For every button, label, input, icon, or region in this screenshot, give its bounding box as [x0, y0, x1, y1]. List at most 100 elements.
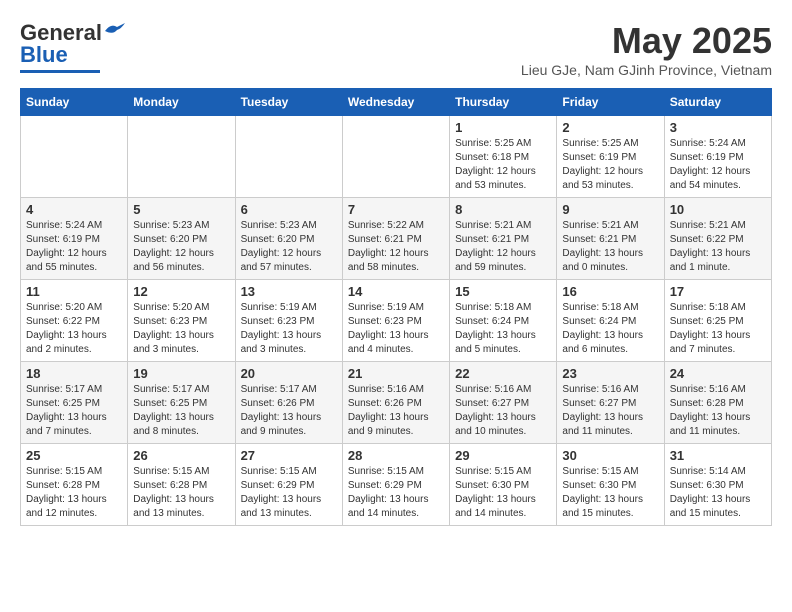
- table-row: 15 Sunrise: 5:18 AM Sunset: 6:24 PM Dayli…: [450, 280, 557, 362]
- table-row: 27 Sunrise: 5:15 AM Sunset: 6:29 PM Dayli…: [235, 444, 342, 526]
- table-row: 11Sunrise: 5:20 AM Sunset: 6:22 PM Dayli…: [21, 280, 128, 362]
- day-info: Sunrise: 5:15 AM Sunset: 6:29 PM Dayligh…: [241, 465, 337, 521]
- col-sunday: Sunday: [21, 89, 128, 116]
- location-subtitle: Lieu GJe, Nam GJinh Province, Vietnam: [521, 62, 772, 78]
- calendar-table: Sunday Monday Tuesday Wednesday Thursday…: [20, 88, 772, 526]
- table-row: 18Sunrise: 5:17 AM Sunset: 6:25 PM Dayli…: [21, 362, 128, 444]
- day-number: 5: [133, 202, 229, 217]
- day-number: 6: [241, 202, 337, 217]
- day-info: Sunrise: 5:19 AM Sunset: 6:23 PM Dayligh…: [348, 301, 444, 357]
- table-row: 17Sunrise: 5:18 AM Sunset: 6:25 PM Dayli…: [664, 280, 771, 362]
- logo-blue: Blue: [20, 42, 68, 68]
- day-info: Sunrise: 5:25 AM Sunset: 6:18 PM Dayligh…: [455, 137, 551, 193]
- day-info: Sunrise: 5:18 AM Sunset: 6:24 PM Dayligh…: [455, 301, 551, 357]
- table-row: 13 Sunrise: 5:19 AM Sunset: 6:23 PM Dayli…: [235, 280, 342, 362]
- table-row: 26 Sunrise: 5:15 AM Sunset: 6:28 PM Dayli…: [128, 444, 235, 526]
- table-row: 5 Sunrise: 5:23 AM Sunset: 6:20 PM Daylig…: [128, 198, 235, 280]
- table-row: 12Sunrise: 5:20 AM Sunset: 6:23 PM Dayli…: [128, 280, 235, 362]
- calendar-week-row: 18Sunrise: 5:17 AM Sunset: 6:25 PM Dayli…: [21, 362, 772, 444]
- table-row: 4Sunrise: 5:24 AM Sunset: 6:19 PM Daylig…: [21, 198, 128, 280]
- day-number: 21: [348, 366, 444, 381]
- calendar-week-row: 11Sunrise: 5:20 AM Sunset: 6:22 PM Dayli…: [21, 280, 772, 362]
- table-row: 24Sunrise: 5:16 AM Sunset: 6:28 PM Dayli…: [664, 362, 771, 444]
- day-info: Sunrise: 5:24 AM Sunset: 6:19 PM Dayligh…: [26, 219, 122, 275]
- day-number: 20: [241, 366, 337, 381]
- logo-bird-icon: [103, 23, 125, 39]
- day-number: 3: [670, 120, 766, 135]
- day-number: 30: [562, 448, 658, 463]
- day-number: 28: [348, 448, 444, 463]
- title-block: May 2025 Lieu GJe, Nam GJinh Province, V…: [521, 20, 772, 78]
- day-number: 19: [133, 366, 229, 381]
- col-friday: Friday: [557, 89, 664, 116]
- day-info: Sunrise: 5:23 AM Sunset: 6:20 PM Dayligh…: [133, 219, 229, 275]
- day-info: Sunrise: 5:23 AM Sunset: 6:20 PM Dayligh…: [241, 219, 337, 275]
- logo-underline: [20, 70, 100, 73]
- table-row: 23Sunrise: 5:16 AM Sunset: 6:27 PM Dayli…: [557, 362, 664, 444]
- day-info: Sunrise: 5:20 AM Sunset: 6:23 PM Dayligh…: [133, 301, 229, 357]
- day-info: Sunrise: 5:21 AM Sunset: 6:22 PM Dayligh…: [670, 219, 766, 275]
- day-number: 8: [455, 202, 551, 217]
- day-number: 26: [133, 448, 229, 463]
- calendar-header-row: Sunday Monday Tuesday Wednesday Thursday…: [21, 89, 772, 116]
- day-number: 24: [670, 366, 766, 381]
- table-row: 9 Sunrise: 5:21 AM Sunset: 6:21 PM Daylig…: [557, 198, 664, 280]
- day-info: Sunrise: 5:22 AM Sunset: 6:21 PM Dayligh…: [348, 219, 444, 275]
- table-row: 31 Sunrise: 5:14 AM Sunset: 6:30 PM Dayli…: [664, 444, 771, 526]
- day-info: Sunrise: 5:21 AM Sunset: 6:21 PM Dayligh…: [562, 219, 658, 275]
- day-number: 22: [455, 366, 551, 381]
- calendar-week-row: 4Sunrise: 5:24 AM Sunset: 6:19 PM Daylig…: [21, 198, 772, 280]
- table-row: 2 Sunrise: 5:25 AM Sunset: 6:19 PM Daylig…: [557, 116, 664, 198]
- col-tuesday: Tuesday: [235, 89, 342, 116]
- day-number: 9: [562, 202, 658, 217]
- day-number: 10: [670, 202, 766, 217]
- day-info: Sunrise: 5:17 AM Sunset: 6:26 PM Dayligh…: [241, 383, 337, 439]
- day-info: Sunrise: 5:16 AM Sunset: 6:27 PM Dayligh…: [562, 383, 658, 439]
- col-monday: Monday: [128, 89, 235, 116]
- table-row: 22 Sunrise: 5:16 AM Sunset: 6:27 PM Dayli…: [450, 362, 557, 444]
- day-info: Sunrise: 5:17 AM Sunset: 6:25 PM Dayligh…: [133, 383, 229, 439]
- table-row: 19 Sunrise: 5:17 AM Sunset: 6:25 PM Dayli…: [128, 362, 235, 444]
- day-info: Sunrise: 5:15 AM Sunset: 6:30 PM Dayligh…: [562, 465, 658, 521]
- table-row: 10 Sunrise: 5:21 AM Sunset: 6:22 PM Dayli…: [664, 198, 771, 280]
- table-row: 7 Sunrise: 5:22 AM Sunset: 6:21 PM Daylig…: [342, 198, 449, 280]
- month-title: May 2025: [521, 20, 772, 62]
- calendar-week-row: 1 Sunrise: 5:25 AM Sunset: 6:18 PM Daylig…: [21, 116, 772, 198]
- day-info: Sunrise: 5:17 AM Sunset: 6:25 PM Dayligh…: [26, 383, 122, 439]
- day-number: 16: [562, 284, 658, 299]
- day-number: 2: [562, 120, 658, 135]
- day-info: Sunrise: 5:18 AM Sunset: 6:24 PM Dayligh…: [562, 301, 658, 357]
- table-row: 21 Sunrise: 5:16 AM Sunset: 6:26 PM Dayli…: [342, 362, 449, 444]
- day-info: Sunrise: 5:16 AM Sunset: 6:27 PM Dayligh…: [455, 383, 551, 439]
- table-row: 20 Sunrise: 5:17 AM Sunset: 6:26 PM Dayli…: [235, 362, 342, 444]
- table-row: 14 Sunrise: 5:19 AM Sunset: 6:23 PM Dayli…: [342, 280, 449, 362]
- day-number: 1: [455, 120, 551, 135]
- table-row: [128, 116, 235, 198]
- day-number: 27: [241, 448, 337, 463]
- day-number: 15: [455, 284, 551, 299]
- day-number: 7: [348, 202, 444, 217]
- day-number: 14: [348, 284, 444, 299]
- day-info: Sunrise: 5:15 AM Sunset: 6:28 PM Dayligh…: [133, 465, 229, 521]
- table-row: 29Sunrise: 5:15 AM Sunset: 6:30 PM Dayli…: [450, 444, 557, 526]
- calendar-week-row: 25Sunrise: 5:15 AM Sunset: 6:28 PM Dayli…: [21, 444, 772, 526]
- col-thursday: Thursday: [450, 89, 557, 116]
- day-info: Sunrise: 5:25 AM Sunset: 6:19 PM Dayligh…: [562, 137, 658, 193]
- table-row: 6 Sunrise: 5:23 AM Sunset: 6:20 PM Daylig…: [235, 198, 342, 280]
- table-row: 3Sunrise: 5:24 AM Sunset: 6:19 PM Daylig…: [664, 116, 771, 198]
- table-row: [235, 116, 342, 198]
- day-number: 13: [241, 284, 337, 299]
- day-info: Sunrise: 5:16 AM Sunset: 6:26 PM Dayligh…: [348, 383, 444, 439]
- day-info: Sunrise: 5:14 AM Sunset: 6:30 PM Dayligh…: [670, 465, 766, 521]
- table-row: 16 Sunrise: 5:18 AM Sunset: 6:24 PM Dayli…: [557, 280, 664, 362]
- col-wednesday: Wednesday: [342, 89, 449, 116]
- day-number: 29: [455, 448, 551, 463]
- table-row: [21, 116, 128, 198]
- table-row: 28 Sunrise: 5:15 AM Sunset: 6:29 PM Dayli…: [342, 444, 449, 526]
- table-row: 25Sunrise: 5:15 AM Sunset: 6:28 PM Dayli…: [21, 444, 128, 526]
- day-number: 31: [670, 448, 766, 463]
- day-number: 11: [26, 284, 122, 299]
- table-row: 1 Sunrise: 5:25 AM Sunset: 6:18 PM Daylig…: [450, 116, 557, 198]
- day-info: Sunrise: 5:15 AM Sunset: 6:29 PM Dayligh…: [348, 465, 444, 521]
- day-info: Sunrise: 5:19 AM Sunset: 6:23 PM Dayligh…: [241, 301, 337, 357]
